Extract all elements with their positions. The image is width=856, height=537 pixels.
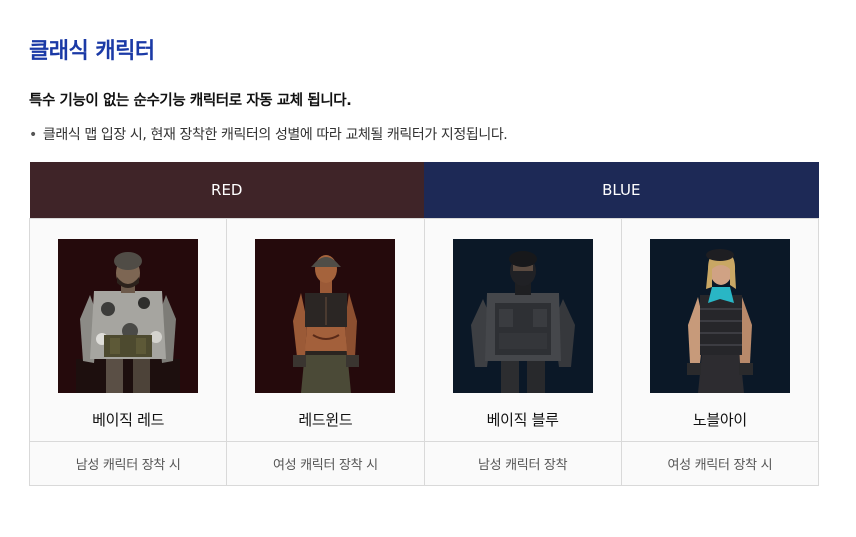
character-name-basic-red: 베이직 레드 bbox=[92, 411, 165, 429]
info-note: • 클래식 맵 입장 시, 현재 장착한 캐릭터의 성별에 따라 교체될 캐릭터가… bbox=[29, 124, 508, 144]
page-subtitle: 특수 기능이 없는 순수기능 캐릭터로 자동 교체 됩니다. bbox=[29, 93, 352, 109]
info-note-text: 클래식 맵 입장 시, 현재 장착한 캐릭터의 성별에 따라 교체될 캐릭터가 … bbox=[42, 127, 508, 143]
page-title: 클래식 캐릭터 bbox=[29, 39, 155, 64]
character-name-basic-blue: 베이직 블루 bbox=[486, 411, 559, 429]
condition-basic-red: 남성 캐릭터 장착 시 bbox=[28, 441, 228, 486]
team-header-blue: BLUE bbox=[424, 162, 819, 219]
character-image-basic-blue bbox=[452, 239, 593, 393]
bullet-icon: • bbox=[29, 127, 37, 143]
team-header-row: RED BLUE bbox=[29, 162, 819, 219]
character-cell-redwind: 레드윈드 bbox=[226, 218, 425, 442]
character-name-redwind: 레드윈드 bbox=[298, 411, 353, 429]
character-table: RED BLUE 베이직 레드 레드윈드 베이직 블루 노블아이 남성 캐릭터 … bbox=[28, 162, 820, 486]
condition-redwind: 여성 캐릭터 장착 시 bbox=[226, 441, 425, 486]
character-cell-basic-blue: 베이직 블루 bbox=[423, 218, 622, 442]
character-image-basic-red bbox=[58, 239, 199, 393]
condition-row: 남성 캐릭터 장착 시 여성 캐릭터 장착 시 남성 캐릭터 장착 여성 캐릭터… bbox=[28, 441, 820, 486]
condition-noble-eye: 여성 캐릭터 장착 시 bbox=[620, 441, 820, 486]
character-image-noble-eye bbox=[649, 239, 790, 393]
character-row: 베이직 레드 레드윈드 베이직 블루 노블아이 bbox=[28, 218, 820, 442]
character-image-redwind bbox=[255, 239, 396, 393]
team-header-red: RED bbox=[29, 162, 424, 219]
character-cell-noble-eye: 노블아이 bbox=[620, 218, 820, 442]
condition-basic-blue: 남성 캐릭터 장착 bbox=[423, 441, 622, 486]
character-name-noble-eye: 노블아이 bbox=[692, 411, 747, 429]
page: 클래식 캐릭터 특수 기능이 없는 순수기능 캐릭터로 자동 교체 됩니다. •… bbox=[0, 0, 856, 537]
character-cell-basic-red: 베이직 레드 bbox=[28, 218, 228, 442]
